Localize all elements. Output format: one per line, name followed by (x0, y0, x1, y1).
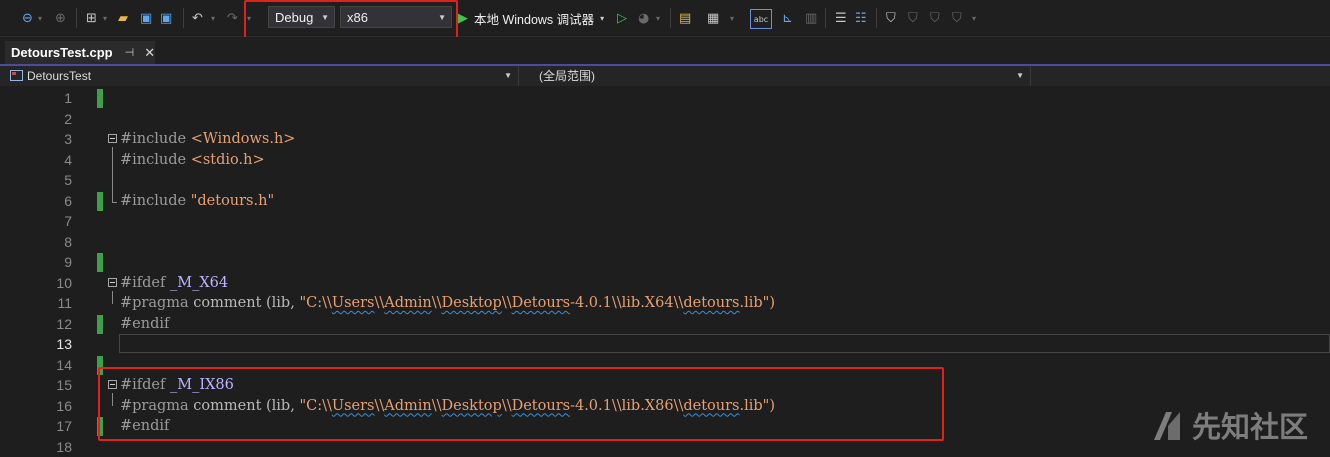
project-dropdown[interactable]: DetoursTest ▼ (0, 66, 519, 86)
line-number: 13 (0, 334, 72, 355)
code-line: 10 #ifdef _M_X64 (0, 273, 1330, 294)
code-line: 8 (0, 232, 1330, 253)
toolbox-dropdown-icon[interactable]: ▾ (730, 9, 734, 27)
code-line: 1 (0, 88, 1330, 109)
line-number: 16 (0, 396, 72, 417)
hot-reload-icon[interactable]: ◕ (638, 9, 649, 27)
close-icon[interactable]: ✕ (144, 45, 155, 61)
line-number: 12 (0, 314, 72, 335)
back-dropdown-icon[interactable]: ▾ (38, 9, 42, 27)
play-icon: ▶ (458, 10, 468, 26)
line-number: 18 (0, 437, 72, 457)
save-icon[interactable]: ▣ (140, 9, 152, 27)
line-number: 8 (0, 232, 72, 253)
line-number: 10 (0, 273, 72, 294)
undo-icon[interactable]: ↶ (192, 9, 203, 27)
code-line: 2 (0, 109, 1330, 130)
code-line-current: 13 (0, 334, 1330, 355)
open-icon[interactable]: ▰ (118, 9, 128, 27)
bookmark-icon[interactable]: ⛉ (886, 9, 896, 27)
line-number: 9 (0, 252, 72, 273)
watermark: 先知社区 (1150, 404, 1308, 446)
code-line: 5 (0, 170, 1330, 191)
line-number: 17 (0, 416, 72, 437)
line-number: 4 (0, 150, 72, 171)
chevron-down-icon: ▼ (1016, 66, 1024, 86)
new-project-icon[interactable]: ⊞ (86, 9, 97, 27)
change-marker (97, 89, 103, 108)
bookmark-next-icon[interactable]: ⛉ (930, 9, 940, 27)
line-number: 7 (0, 211, 72, 232)
fold-toggle-icon[interactable] (108, 278, 117, 287)
main-toolbar: ⊖ ▾ ⊕ ⊞ ▾ ▰ ▣ ▣ ↶ ▾ ↷ ▾ Debug ▼ x86 ▼ ▶ … (0, 0, 1330, 37)
bookmark-clear-icon[interactable]: ⛉ (952, 9, 962, 27)
tab-detourstest-cpp[interactable]: DetoursTest.cpp ⊣ ✕ (5, 41, 155, 64)
tab-label: DetoursTest.cpp (11, 45, 113, 60)
scope-name: (全局范围) (539, 69, 595, 83)
comment-icon[interactable]: ☰ (835, 9, 847, 27)
navigation-bar: DetoursTest ▼ (全局范围) ▼ (0, 66, 1330, 86)
project-name: DetoursTest (27, 69, 91, 83)
redo-icon[interactable]: ↷ (227, 9, 238, 27)
solution-explorer-icon[interactable]: ▤ (679, 9, 691, 27)
new-project-dropdown-icon[interactable]: ▾ (103, 9, 107, 27)
fold-guide (112, 147, 113, 203)
fold-guide-end (112, 202, 117, 203)
line-number: 14 (0, 355, 72, 376)
code-line: 4 #include <stdio.h> (0, 150, 1330, 171)
debugger-label: 本地 Windows 调试器 (474, 9, 594, 28)
change-marker (97, 192, 103, 211)
bookmark-prev-icon[interactable]: ⛉ (908, 9, 918, 27)
undo-dropdown-icon[interactable]: ▾ (211, 9, 215, 27)
change-marker (97, 253, 103, 272)
start-debugger-button[interactable]: ▶ 本地 Windows 调试器 ▾ (458, 9, 604, 27)
toolbar-overflow-icon[interactable]: ▾ (972, 9, 976, 27)
save-all-icon[interactable]: ▣ (160, 9, 172, 27)
pin-icon[interactable]: ⊣ (125, 46, 135, 59)
code-line: 11 #pragma comment (lib, "C:\\Users\\Adm… (0, 293, 1330, 314)
hot-reload-dropdown-icon[interactable]: ▾ (656, 9, 660, 27)
fold-guide (112, 291, 113, 304)
chevron-down-icon: ▾ (600, 14, 604, 23)
line-number: 11 (0, 293, 72, 314)
forward-icon[interactable]: ⊕ (55, 9, 66, 27)
watermark-text: 先知社区 (1192, 404, 1308, 446)
code-line: 6 #include "detours.h" (0, 191, 1330, 212)
change-marker (97, 315, 103, 334)
format-icon[interactable]: ▥ (805, 9, 817, 27)
scope-dropdown[interactable]: (全局范围) ▼ (519, 66, 1031, 86)
watermark-logo-icon (1150, 408, 1184, 442)
code-line: 9 (0, 252, 1330, 273)
current-line-highlight (119, 334, 1330, 353)
uncomment-icon[interactable]: ☷ (855, 9, 867, 27)
line-number: 5 (0, 170, 72, 191)
project-icon (10, 70, 23, 81)
start-without-debugging-icon[interactable]: ▷ (617, 9, 627, 27)
line-number: 3 (0, 129, 72, 150)
line-number: 15 (0, 375, 72, 396)
code-line: 3 #include <Windows.h> (0, 129, 1330, 150)
code-line: 7 (0, 211, 1330, 232)
align-icon[interactable]: ⊾ (782, 9, 793, 27)
line-number: 2 (0, 109, 72, 130)
spell-check-icon[interactable]: abc (750, 9, 772, 29)
highlight-box-ix86 (98, 367, 944, 441)
back-icon[interactable]: ⊖ (22, 9, 33, 27)
toolbox-icon[interactable]: ▦ (707, 9, 719, 27)
line-number: 1 (0, 88, 72, 109)
chevron-down-icon: ▼ (504, 66, 512, 86)
line-number: 6 (0, 191, 72, 212)
code-line: 12 #endif (0, 314, 1330, 335)
document-tabstrip: DetoursTest.cpp ⊣ ✕ (0, 37, 1330, 64)
fold-toggle-icon[interactable] (108, 134, 117, 143)
